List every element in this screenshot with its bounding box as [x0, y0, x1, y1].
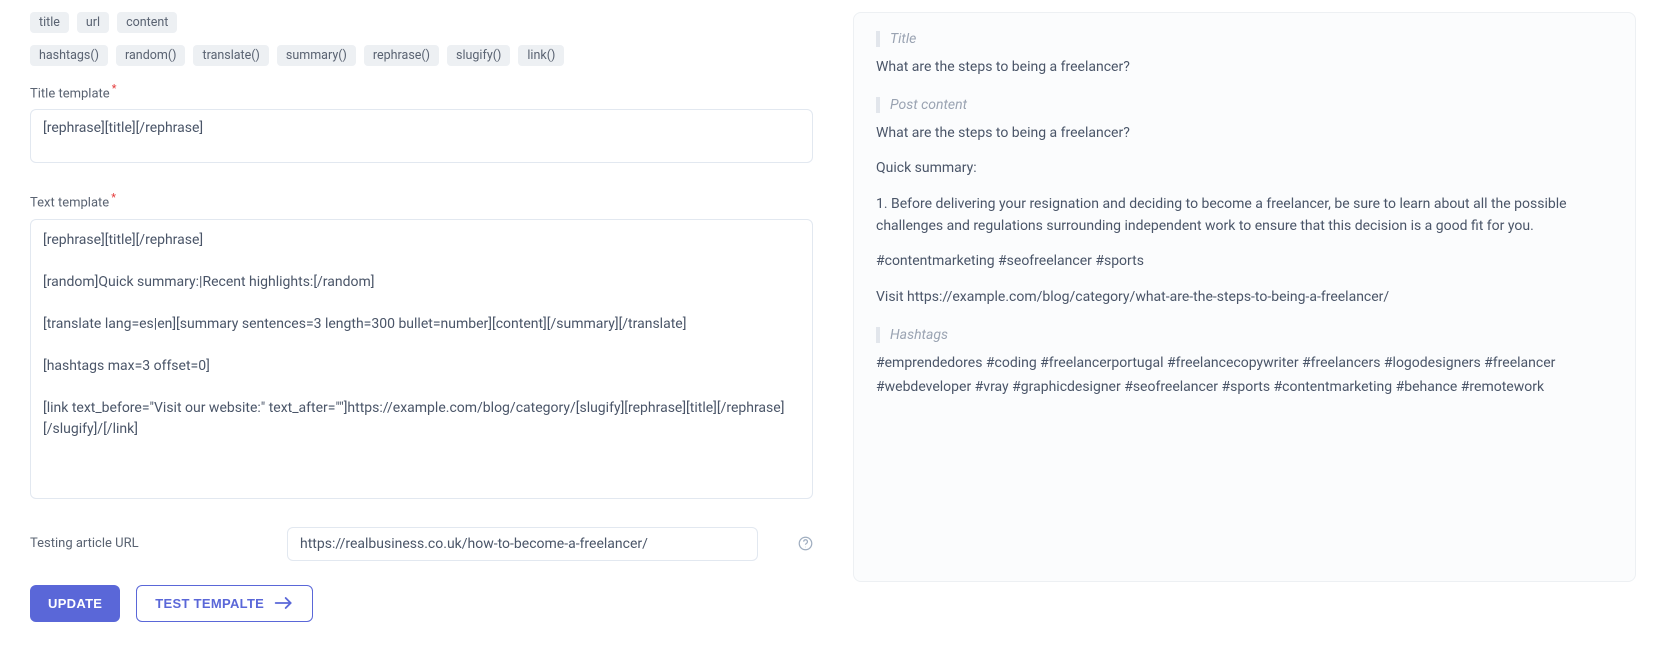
preview-pc-hashtags-line: #contentmarketing #seofreelancer #sports [876, 251, 1613, 273]
test-template-label: TEST TEMPALTE [155, 596, 264, 611]
tag-slugify-fn[interactable]: slugify() [447, 45, 510, 66]
required-indicator: * [111, 191, 116, 204]
text-template-group: Text template* [30, 191, 813, 502]
preview-pc-summary-label: Quick summary: [876, 158, 1613, 180]
left-column: title url content hashtags() random() tr… [30, 12, 813, 622]
title-template-group: Title template* [30, 82, 813, 167]
preview-pc-visit-line: Visit https://example.com/blog/category/… [876, 287, 1613, 309]
tag-hashtags-fn[interactable]: hashtags() [30, 45, 108, 66]
preview-hashtags-line2: #webdeveloper #vray #graphicdesigner #se… [876, 377, 1613, 399]
preview-title-text: What are the steps to being a freelancer… [876, 57, 1613, 79]
preview-pc-summary-item: 1. Before delivering your resignation an… [876, 194, 1613, 237]
variable-tags-row: title url content [30, 12, 813, 33]
tag-link-fn[interactable]: link() [518, 45, 564, 66]
testing-url-input[interactable] [287, 527, 758, 561]
tag-summary-fn[interactable]: summary() [277, 45, 356, 66]
preview-pc-line1: What are the steps to being a freelancer… [876, 123, 1613, 145]
tag-translate-fn[interactable]: translate() [193, 45, 268, 66]
test-template-button[interactable]: TEST TEMPALTE [136, 585, 313, 622]
arrow-right-icon [274, 596, 294, 610]
preview-title-heading: Title [876, 31, 1613, 47]
right-column: Title What are the steps to being a free… [853, 12, 1636, 622]
function-tags-row: hashtags() random() translate() summary(… [30, 45, 813, 66]
tag-url[interactable]: url [77, 12, 109, 33]
title-template-input[interactable] [30, 109, 813, 163]
text-template-input[interactable] [30, 219, 813, 499]
preview-panel: Title What are the steps to being a free… [853, 12, 1636, 582]
required-indicator: * [112, 82, 117, 95]
tag-random-fn[interactable]: random() [116, 45, 185, 66]
preview-hashtags-line1: #emprendedores #coding #freelancerportug… [876, 353, 1613, 375]
tag-rephrase-fn[interactable]: rephrase() [364, 45, 439, 66]
preview-hashtags-heading: Hashtags [876, 327, 1613, 343]
testing-url-label: Testing article URL [30, 536, 275, 551]
update-button[interactable]: UPDATE [30, 585, 120, 622]
help-icon[interactable] [798, 536, 813, 551]
preview-post-content-heading: Post content [876, 97, 1613, 113]
title-template-label: Title template* [30, 82, 813, 101]
text-template-label: Text template* [30, 191, 813, 210]
testing-url-row: Testing article URL [30, 527, 813, 561]
tag-content[interactable]: content [117, 12, 177, 33]
tag-title[interactable]: title [30, 12, 69, 33]
button-row: UPDATE TEST TEMPALTE [30, 585, 813, 622]
